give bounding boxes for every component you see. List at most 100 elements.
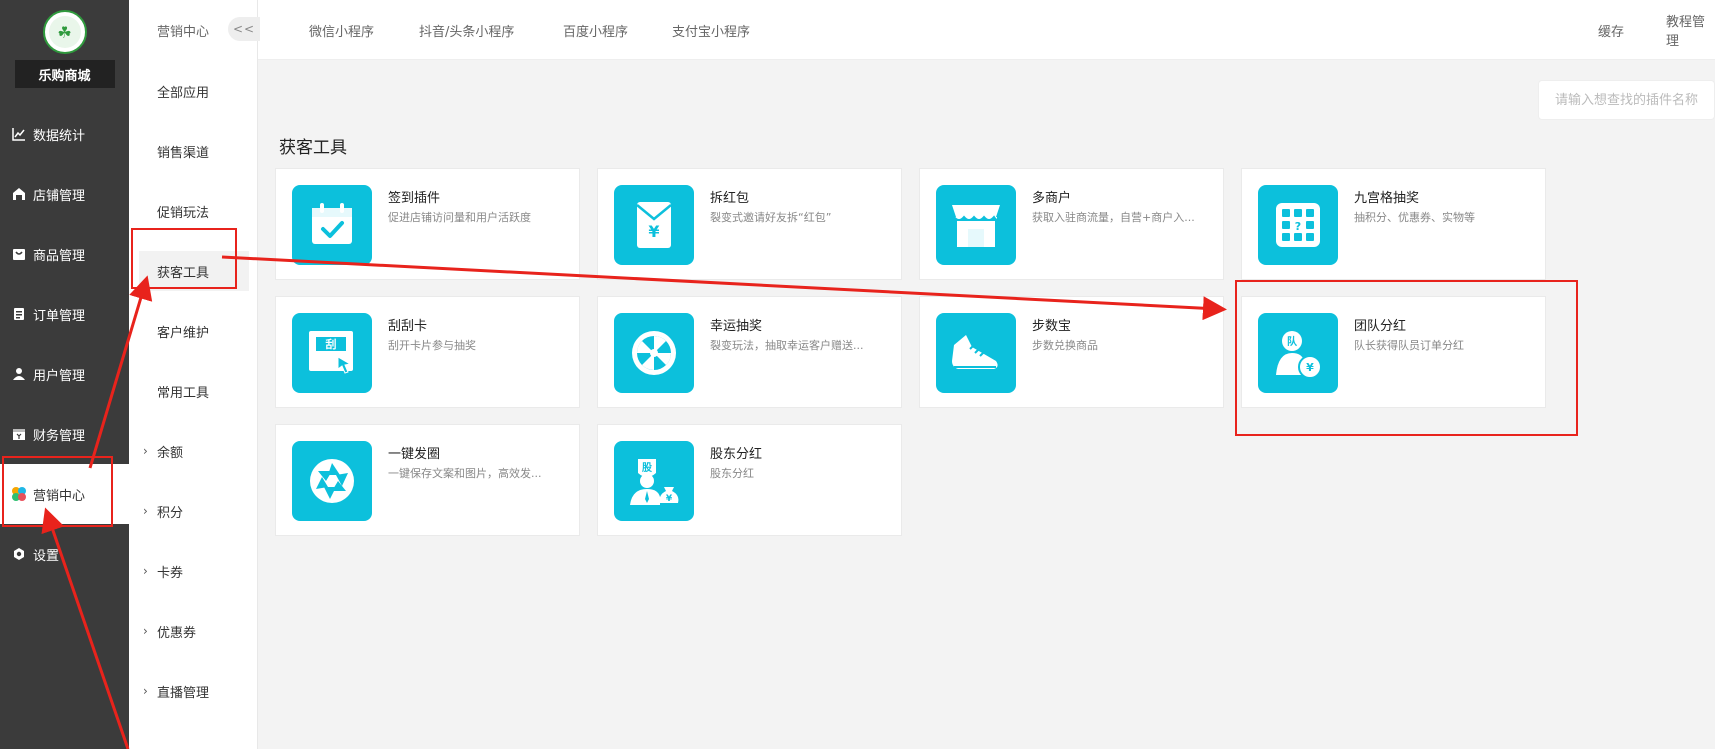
chevron-right-icon: › (143, 444, 148, 458)
sidebar-item-data-stats[interactable]: 数据统计 (0, 104, 129, 164)
section-title: 获客工具 (279, 138, 347, 158)
chevron-right-icon: › (143, 684, 148, 698)
plugin-name: 多商户 (1032, 191, 1072, 206)
yen-glyph: ¥ (648, 222, 659, 241)
submenu-item-common-tools[interactable]: 常用工具 (129, 371, 258, 411)
shop-name: 乐购商城 (14, 60, 115, 88)
sidebar-item-label: 财务管理 (33, 428, 86, 444)
submenu-item-label: 积分 (157, 505, 184, 521)
cache-link[interactable]: 缓存 (1598, 0, 1624, 60)
plugin-card-one-click-post[interactable]: 一键发圈 一键保存文案和图片，高效发... (275, 424, 580, 536)
annotation-highlight-marketing (2, 456, 113, 527)
submenu-item-label: 卡券 (157, 565, 184, 581)
tab-douyin-miniprogram[interactable]: 抖音/头条小程序 (419, 0, 514, 60)
submenu-item-live[interactable]: › 直播管理 (129, 671, 258, 711)
sneaker-icon (936, 313, 1016, 393)
grid-lottery-icon: ? (1258, 185, 1338, 265)
sidebar-item-label: 商品管理 (33, 248, 86, 264)
submenu-item-label: 余额 (157, 445, 184, 461)
submenu-item-label: 直播管理 (157, 685, 210, 701)
plugin-name: 步数宝 (1032, 319, 1072, 334)
wheel-icon (614, 313, 694, 393)
plugin-card-lucky-draw[interactable]: 幸运抽奖 裂变玩法，抽取幸运客户赠送... (597, 296, 902, 408)
collapse-menu-button[interactable]: << (228, 17, 260, 41)
plugin-desc: 一键保存文案和图片，高效发... (388, 467, 542, 480)
chart-line-icon (11, 126, 27, 142)
submenu-item-customer-care[interactable]: 客户维护 (129, 311, 258, 351)
plugin-card-shareholder-dividend[interactable]: 股 ¥ 股东分红 股东分红 (597, 424, 902, 536)
sidebar-item-finance[interactable]: 财务管理 (0, 404, 129, 464)
goods-icon (11, 246, 27, 262)
sidebar-item-label: 店铺管理 (33, 188, 86, 204)
submenu-item-label: 销售渠道 (157, 145, 210, 161)
plugin-name: 九宫格抽奖 (1354, 191, 1420, 206)
submenu-item-all-apps[interactable]: 全部应用 (129, 71, 258, 111)
plugin-desc: 刮开卡片参与抽奖 (388, 339, 476, 352)
user-icon (11, 366, 27, 382)
submenu-item-balance[interactable]: › 余额 (129, 431, 258, 471)
plugin-desc: 裂变玩法，抽取幸运客户赠送... (710, 339, 864, 352)
scratch-glyph: 刮 (326, 337, 337, 351)
yen-glyph: ¥ (666, 494, 673, 504)
plugin-desc: 裂变式邀请好友拆“红包” (710, 211, 832, 224)
plugin-name: 刮刮卡 (388, 319, 428, 334)
plugin-card-step-treasure[interactable]: 步数宝 步数兑换商品 (919, 296, 1224, 408)
store-icon (11, 186, 27, 202)
sidebar-item-label: 用户管理 (33, 368, 86, 384)
plugin-name: 幸运抽奖 (710, 319, 763, 334)
question-glyph: ? (1295, 220, 1301, 233)
plugin-desc: 股东分红 (710, 467, 754, 480)
plugin-card-checkin[interactable]: 签到插件 促进店铺访问量和用户活跃度 (275, 168, 580, 280)
submenu-item-points[interactable]: › 积分 (129, 491, 258, 531)
submenu-item-label: 促销玩法 (157, 205, 210, 221)
plugin-name: 签到插件 (388, 191, 441, 206)
plugin-card-red-envelope[interactable]: ¥ 拆红包 裂变式邀请好友拆“红包” (597, 168, 902, 280)
shop-front-icon (936, 185, 1016, 265)
submenu-item-label: 客户维护 (157, 325, 210, 341)
sidebar-item-users[interactable]: 用户管理 (0, 344, 129, 404)
red-envelope-icon: ¥ (614, 185, 694, 265)
chevron-right-icon: › (143, 624, 148, 638)
plugin-desc: 抽积分、优惠券、实物等 (1354, 211, 1475, 224)
scratch-card-icon: 刮 (292, 313, 372, 393)
shop-logo-icon: ☘ (48, 16, 81, 48)
annotation-highlight-acquisition-tools (131, 228, 237, 289)
plugin-name: 拆红包 (710, 191, 750, 206)
shop-logo[interactable]: ☘ (42, 10, 87, 54)
submenu-item-sales-channel[interactable]: 销售渠道 (129, 131, 258, 171)
submenu-item-label: 全部应用 (157, 85, 210, 101)
chevron-right-icon: › (143, 504, 148, 518)
tab-wechat-miniprogram[interactable]: 微信小程序 (309, 0, 374, 60)
plugin-card-multi-merchant[interactable]: 多商户 获取入驻商流量，自营+商户入... (919, 168, 1224, 280)
submenu-item-coupons[interactable]: › 优惠券 (129, 611, 258, 651)
tab-alipay-miniprogram[interactable]: 支付宝小程序 (672, 0, 750, 60)
shareholder-dividend-icon: 股 ¥ (614, 441, 694, 521)
sidebar-item-goods[interactable]: 商品管理 (0, 224, 129, 284)
share-glyph: 股 (642, 462, 653, 474)
plugin-card-grid-lottery[interactable]: ? 九宫格抽奖 抽积分、优惠券、实物等 (1241, 168, 1546, 280)
submenu-item-label: 优惠券 (157, 625, 197, 641)
sidebar-item-store[interactable]: 店铺管理 (0, 164, 129, 224)
plugin-desc: 步数兑换商品 (1032, 339, 1098, 352)
plugin-name: 股东分红 (710, 447, 763, 462)
aperture-icon (292, 441, 372, 521)
sidebar-item-orders[interactable]: 订单管理 (0, 284, 129, 344)
plugin-search-input[interactable] (1538, 80, 1715, 120)
secondary-menu: 营销中心 全部应用 销售渠道 促销玩法 获客工具 客户维护 常用工具 › 余额 ›… (129, 0, 258, 749)
tutorial-management-link[interactable]: 教程管理 (1666, 0, 1715, 60)
tab-baidu-miniprogram[interactable]: 百度小程序 (563, 0, 628, 60)
plugin-desc: 促进店铺访问量和用户活跃度 (388, 211, 531, 224)
calendar-check-icon (292, 185, 372, 265)
annotation-highlight-team-dividend (1235, 280, 1578, 436)
sidebar-item-label: 数据统计 (33, 128, 86, 144)
finance-icon (11, 426, 27, 442)
plugin-card-scratch[interactable]: 刮 刮刮卡 刮开卡片参与抽奖 (275, 296, 580, 408)
sidebar-item-settings[interactable]: 设置 (0, 524, 129, 584)
submenu-item-cards[interactable]: › 卡券 (129, 551, 258, 591)
main-sidebar: ☘ 乐购商城 数据统计 店铺管理 商品管理 订单管理 用户管理 财务管理 营销中… (0, 0, 129, 749)
sidebar-item-label: 设置 (33, 548, 60, 564)
chevron-right-icon: › (143, 564, 148, 578)
sidebar-item-label: 订单管理 (33, 308, 86, 324)
submenu-item-promotion[interactable]: 促销玩法 (129, 191, 258, 231)
settings-gear-icon (11, 546, 27, 562)
